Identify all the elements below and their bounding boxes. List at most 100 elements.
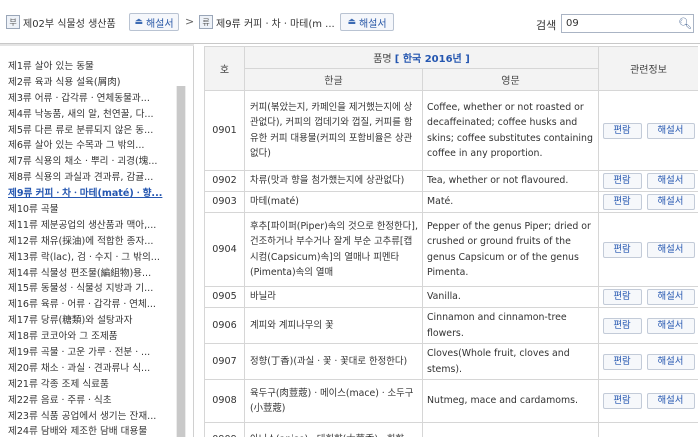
sidebar-chapter-item[interactable]: 제17류 당류(糖類)와 설탕과자 bbox=[8, 313, 173, 329]
table-row: 0907 정향(丁香)(과실ㆍ꽃ㆍ꽃대로 한정한다) Cloves(Whole fr… bbox=[204, 343, 698, 380]
sidebar-scrollbar[interactable] bbox=[176, 86, 186, 437]
sidebar-chapter-item[interactable]: 제1류 살아 있는 동물 bbox=[8, 59, 173, 75]
handbook-button[interactable]: 편람 bbox=[602, 289, 642, 305]
heading-code: 0907 bbox=[204, 343, 245, 380]
sidebar-chapter-item[interactable]: 제24류 담배와 제조한 담배 대용물 bbox=[8, 424, 173, 437]
sidebar-chapter-item[interactable]: 제20류 채소ㆍ과실ㆍ견과류나 식... bbox=[8, 361, 173, 377]
breadcrumb-part[interactable]: 부 제02부 식물성 생산품 bbox=[6, 13, 129, 31]
heading-code: 0903 bbox=[204, 191, 245, 213]
sidebar-chapter-item[interactable]: 제7류 식용의 채소ㆍ뿌리ㆍ괴경(塊... bbox=[8, 154, 173, 170]
table-row: 0904 후추[파이퍼(Piper)속의 것으로 한정한다], 건조하거나 부수거… bbox=[204, 212, 698, 287]
related-info-cell: 편람 해설서 bbox=[598, 343, 698, 380]
chapter-explain-button[interactable]: ⏏ 해설서 bbox=[340, 13, 394, 31]
handbook-button[interactable]: 편람 bbox=[602, 194, 642, 210]
table-row: 0908 육두구(肉荳蔲)ㆍ메이스(mace)ㆍ소두구(小荳蔲) Nutmeg, m… bbox=[204, 379, 698, 423]
heading-korean-name: 마테(maté) bbox=[244, 191, 423, 213]
heading-table-panel: 호 품명 [ 한국 2016년 ] 관련정보 한글 영문 0901 커피(볶았는지… bbox=[204, 46, 698, 437]
heading-korean-name: 차류(맛과 향을 첨가했는지에 상관없다) bbox=[244, 170, 423, 192]
handbook-button[interactable]: 편람 bbox=[602, 393, 642, 409]
related-info-cell: 편람 해설서 bbox=[598, 307, 698, 344]
chapter-tag-icon: 류 bbox=[199, 15, 213, 29]
sidebar-chapter-item[interactable]: 제5류 다른 류로 분류되지 않은 동... bbox=[8, 123, 173, 139]
handbook-button[interactable]: 편람 bbox=[602, 317, 642, 334]
table-row: 0903 마테(maté) Maté. 편람 해설서 bbox=[204, 191, 698, 213]
handbook-button[interactable]: 편람 bbox=[602, 122, 642, 139]
handbook-button[interactable]: 편람 bbox=[602, 173, 642, 189]
part-tag-icon: 부 bbox=[6, 15, 20, 29]
heading-english-name: Tea, whether or not flavoured. bbox=[422, 170, 599, 192]
sidebar-chapter-item[interactable]: 제2류 육과 식용 설육(屑肉) bbox=[8, 75, 173, 91]
sidebar-chapter-item[interactable]: 제3류 어류ㆍ갑각류ㆍ연체동물과... bbox=[8, 91, 173, 107]
heading-english-name: Maté. bbox=[422, 191, 599, 213]
col-code-header: 호 bbox=[204, 46, 245, 91]
export-icon: ⏏ bbox=[134, 17, 143, 27]
table-row: 0906 계피와 계피나무의 꽃 Cinnamon and cinnamon-tre… bbox=[204, 307, 698, 344]
table-row: 0909아니스(anise)ㆍ대회향(大茴香)ㆍ회향 bbox=[204, 422, 698, 437]
sidebar-divider bbox=[0, 44, 194, 46]
col-korean-header: 한글 bbox=[244, 68, 423, 91]
sidebar-chapter-item[interactable]: 제11류 제분공업의 생산품과 맥아,... bbox=[8, 218, 173, 234]
handbook-button[interactable]: 편람 bbox=[602, 353, 642, 370]
sidebar-chapter-item[interactable]: 제9류 커피ㆍ차ㆍ마테(maté)ㆍ향... bbox=[8, 186, 173, 202]
explanation-button[interactable]: 해설서 bbox=[646, 289, 695, 305]
col-related-header: 관련정보 bbox=[598, 46, 698, 91]
sidebar-chapter-item[interactable]: 제23류 식품 공업에서 생기는 잔재... bbox=[8, 409, 173, 425]
breadcrumb-separator: > bbox=[185, 15, 195, 28]
sidebar-chapter-item[interactable]: 제10류 곡물 bbox=[8, 202, 173, 218]
sidebar-chapter-item[interactable]: 제16류 육류ㆍ어류ㆍ갑각류ㆍ연체... bbox=[8, 297, 173, 313]
chapter-label[interactable]: 제9류 커피ㆍ차ㆍ마테(m ... bbox=[216, 15, 337, 30]
table-row: 0902 차류(맛과 향을 첨가했는지에 상관없다) Tea, whether or… bbox=[204, 170, 698, 192]
explanation-button[interactable]: 해설서 bbox=[646, 173, 695, 189]
handbook-button[interactable]: 편람 bbox=[602, 241, 642, 258]
related-info-cell: 편람 해설서 bbox=[598, 191, 698, 213]
explanation-button[interactable]: 해설서 bbox=[646, 317, 695, 334]
explanation-button[interactable]: 해설서 bbox=[646, 393, 695, 409]
sidebar-chapter-item[interactable]: 제18류 코코아와 그 조제품 bbox=[8, 329, 173, 345]
search-input[interactable] bbox=[562, 15, 677, 32]
heading-korean-name: 아니스(anise)ㆍ대회향(大茴香)ㆍ회향 bbox=[244, 422, 423, 437]
heading-table: 호 품명 [ 한국 2016년 ] 관련정보 한글 영문 0901 커피(볶았는지… bbox=[204, 46, 698, 437]
part-label[interactable]: 제02부 식물성 생산품 bbox=[23, 15, 116, 30]
heading-code: 0905 bbox=[204, 286, 245, 308]
heading-english-name: Vanilla. bbox=[422, 286, 599, 308]
sidebar-chapter-item[interactable]: 제14류 식물성 편조물(編組物)용... bbox=[8, 266, 173, 282]
heading-korean-name: 계피와 계피나무의 꽃 bbox=[244, 307, 423, 344]
heading-korean-name: 육두구(肉荳蔲)ㆍ메이스(mace)ㆍ소두구(小荳蔲) bbox=[244, 379, 423, 423]
heading-english-name: Coffee, whether or not roasted or decaff… bbox=[422, 90, 599, 171]
search-box: 🔍︎ bbox=[561, 14, 694, 33]
explanation-button[interactable]: 해설서 bbox=[646, 122, 695, 139]
search-label: 검색 bbox=[536, 19, 557, 32]
sidebar-chapter-item[interactable]: 제15류 동물성ㆍ식물성 지방과 기... bbox=[8, 281, 173, 297]
heading-korean-name: 후추[파이퍼(Piper)속의 것으로 한정한다], 건조하거나 부수거나 잘게… bbox=[244, 212, 423, 287]
export-icon: ⏏ bbox=[347, 17, 356, 27]
col-name-header: 품명 [ 한국 2016년 ] bbox=[244, 46, 599, 69]
heading-korean-name: 커피(볶았는지, 카페인을 제거했는지에 상관없다), 커피의 껍데기와 껍질,… bbox=[244, 90, 423, 171]
sidebar-chapter-item[interactable]: 제19류 곡물ㆍ고운 가루ㆍ전분ㆍ... bbox=[8, 345, 173, 361]
table-row: 0905 바닐라 Vanilla. 편람 해설서 bbox=[204, 286, 698, 308]
sidebar-chapter-item[interactable]: 제21류 각종 조제 식료품 bbox=[8, 377, 173, 393]
explanation-button[interactable]: 해설서 bbox=[646, 194, 695, 210]
heading-korean-name: 바닐라 bbox=[244, 286, 423, 308]
heading-english-name: Pepper of the genus Piper; dried or crus… bbox=[422, 212, 599, 287]
scrollbar-thumb[interactable] bbox=[177, 86, 185, 437]
heading-english-name: Cloves(Whole fruit, cloves and stems). bbox=[422, 343, 599, 380]
edition-label: [ 한국 2016년 ] bbox=[394, 54, 470, 65]
sidebar-chapter-item[interactable]: 제13류 락(lac), 검ㆍ수지ㆍ그 밖의... bbox=[8, 250, 173, 266]
heading-code: 0909 bbox=[204, 422, 245, 437]
related-info-cell: 편람 해설서 bbox=[598, 170, 698, 192]
related-info-cell: 편람 해설서 bbox=[598, 286, 698, 308]
explanation-button[interactable]: 해설서 bbox=[646, 353, 695, 370]
sidebar-chapter-item[interactable]: 제22류 음료ㆍ주류ㆍ식초 bbox=[8, 393, 173, 409]
sidebar-chapter-item[interactable]: 제6류 살아 있는 수목과 그 밖의... bbox=[8, 138, 173, 154]
search-icon[interactable]: 🔍︎ bbox=[677, 15, 693, 32]
sidebar-chapter-item[interactable]: 제12류 채유(採油)에 적합한 종자... bbox=[8, 234, 173, 250]
part-explain-button[interactable]: ⏏ 해설서 bbox=[129, 13, 179, 31]
heading-english-name: Nutmeg, mace and cardamoms. bbox=[422, 379, 599, 423]
sidebar-chapter-item[interactable]: 제8류 식용의 과실과 견과류, 감귤... bbox=[8, 170, 173, 186]
sidebar-chapter-item[interactable]: 제4류 낙농품, 새의 알, 천연꿀, 다... bbox=[8, 107, 173, 123]
col-english-header: 영문 bbox=[422, 68, 599, 91]
table-row: 0901 커피(볶았는지, 카페인을 제거했는지에 상관없다), 커피의 껍데기와… bbox=[204, 90, 698, 171]
explanation-button[interactable]: 해설서 bbox=[646, 241, 695, 258]
related-info-cell: 편람 해설서 bbox=[598, 90, 698, 171]
breadcrumb-chapter[interactable]: 류 제9류 커피ㆍ차ㆍ마테(m ... bbox=[199, 13, 339, 31]
